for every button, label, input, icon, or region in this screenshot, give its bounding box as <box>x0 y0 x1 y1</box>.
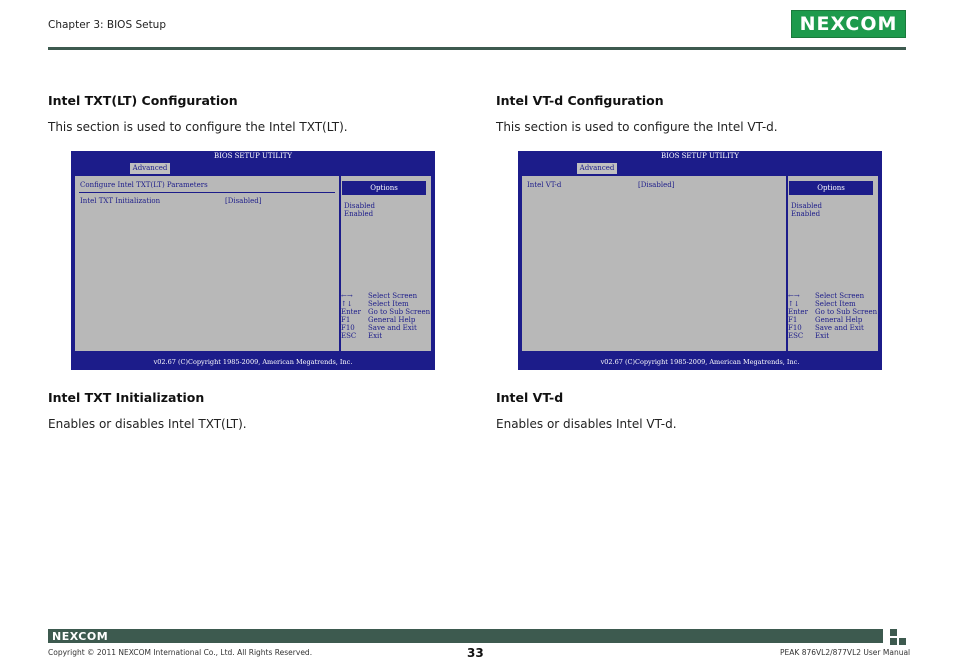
bios-tab-advanced[interactable]: Advanced <box>130 163 170 174</box>
footer-bar <box>48 629 883 643</box>
bios-item-value[interactable]: [Disabled] <box>638 181 674 189</box>
bios-key: F1 <box>788 316 798 324</box>
bios-key: Enter <box>341 308 361 316</box>
nexcom-logo: NEXCOM <box>791 10 906 38</box>
copyright-text: Copyright © 2011 NEXCOM International Co… <box>48 648 313 657</box>
corner-square <box>890 638 897 645</box>
bios-key: Enter <box>788 308 808 316</box>
bios-key: ↑↓ <box>341 300 353 308</box>
bios-key: ESC <box>341 332 357 340</box>
bios-key-desc: General Help <box>368 316 416 324</box>
bios-option-enabled[interactable]: Enabled <box>344 210 373 218</box>
bios-key-desc: Go to Sub Screen <box>815 308 878 316</box>
bios-options-header: Options <box>342 181 426 195</box>
bios-title: BIOS SETUP UTILITY <box>71 151 435 162</box>
bios-key-desc: Select Screen <box>368 292 418 300</box>
subsection-description-vtd: Enables or disables Intel VT-d. <box>496 417 677 431</box>
bios-option-enabled[interactable]: Enabled <box>791 210 820 218</box>
bios-key-desc: Select Item <box>815 300 856 308</box>
bios-key-desc: Select Screen <box>815 292 865 300</box>
bios-item-label[interactable]: Intel VT-d <box>527 181 561 189</box>
footer-logo: NEXCOM <box>52 630 109 643</box>
bios-key: F10 <box>341 324 355 332</box>
page-number: 33 <box>467 646 484 660</box>
manual-title: PEAK 876VL2/877VL2 User Manual <box>780 648 911 657</box>
bios-title: BIOS SETUP UTILITY <box>518 151 882 162</box>
chapter-label: Chapter 3: BIOS Setup <box>48 19 167 31</box>
bios-key: ESC <box>788 332 804 340</box>
bios-tab-bar <box>518 162 882 175</box>
section-description-vtd: This section is used to configure the In… <box>496 120 778 134</box>
bios-item-label[interactable]: Intel TXT Initialization <box>80 197 160 205</box>
bios-section-header: Configure Intel TXT(LT) Parameters <box>80 181 208 189</box>
bios-copyright: v02.67 (C)Copyright 1985-2009, American … <box>600 358 800 366</box>
bios-options-header: Options <box>789 181 873 195</box>
bios-option-disabled[interactable]: Disabled <box>791 202 822 210</box>
bios-item-value[interactable]: [Disabled] <box>225 197 261 205</box>
bios-option-disabled[interactable]: Disabled <box>344 202 375 210</box>
subsection-title-txt-init: Intel TXT Initialization <box>48 390 205 405</box>
section-title-txt: Intel TXT(LT) Configuration <box>48 93 238 108</box>
bios-key-desc: General Help <box>815 316 863 324</box>
bios-key: ↑↓ <box>788 300 800 308</box>
subsection-title-vtd: Intel VT-d <box>496 390 564 405</box>
bios-key: F10 <box>788 324 802 332</box>
bios-key-desc: Select Item <box>368 300 409 308</box>
bios-key-desc: Save and Exit <box>815 324 864 332</box>
bios-section-underline <box>79 192 335 193</box>
subsection-description-txt-init: Enables or disables Intel TXT(LT). <box>48 417 247 431</box>
corner-square <box>890 629 897 636</box>
logo-text: NEXCOM <box>799 13 898 35</box>
bios-tab-advanced[interactable]: Advanced <box>577 163 617 174</box>
bios-key-desc: Save and Exit <box>368 324 417 332</box>
bios-key: ←→ <box>341 292 353 300</box>
section-description-txt: This section is used to configure the In… <box>48 120 348 134</box>
bios-key-desc: Go to Sub Screen <box>368 308 431 316</box>
header-divider <box>48 47 906 50</box>
section-title-vtd: Intel VT-d Configuration <box>496 93 664 108</box>
corner-square <box>899 638 906 645</box>
bios-tab-bar <box>71 162 435 175</box>
bios-copyright: v02.67 (C)Copyright 1985-2009, American … <box>153 358 353 366</box>
bios-key: ←→ <box>788 292 800 300</box>
bios-screen-vtd: BIOS SETUP UTILITY Advanced Intel VT-d [… <box>518 151 882 370</box>
bios-screen-txt: BIOS SETUP UTILITY Advanced Configure In… <box>71 151 435 370</box>
bios-key: F1 <box>341 316 351 324</box>
bios-key-desc: Exit <box>815 332 830 340</box>
bios-key-desc: Exit <box>368 332 383 340</box>
